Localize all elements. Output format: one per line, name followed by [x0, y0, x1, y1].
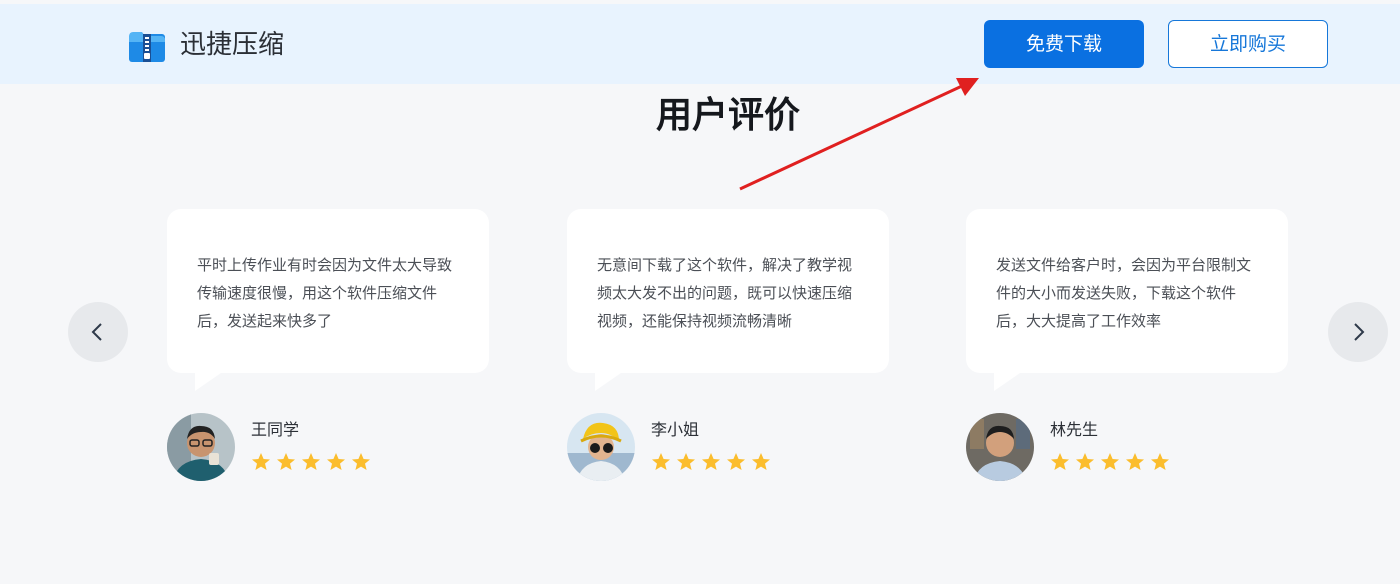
section-title: 用户评价 [655, 95, 800, 136]
avatar [167, 413, 235, 481]
carousel-prev-button[interactable] [68, 302, 128, 362]
review-card: 发送文件给客户时，会因为平台限制文件的大小而发送失败，下载这个软件后，大大提高了… [966, 209, 1288, 391]
brand-name: 迅捷压缩 [180, 30, 285, 60]
review-text: 平时上传作业有时会因为文件太大导致传输速度很慢，用这个软件压缩文件后，发送起来快… [197, 256, 453, 330]
avatar [966, 413, 1034, 481]
star-icon [1101, 453, 1119, 470]
star-icon [302, 453, 320, 470]
chevron-left-icon [91, 323, 102, 341]
review-text: 无意间下载了这个软件，解决了教学视频太大发不出的问题，既可以快速压缩视频，还能保… [597, 256, 853, 330]
star-icon [752, 453, 770, 470]
review-card: 无意间下载了这个软件，解决了教学视频太大发不出的问题，既可以快速压缩视频，还能保… [567, 209, 889, 391]
carousel-next-button[interactable] [1328, 302, 1388, 362]
zip-folder-icon [129, 32, 165, 62]
star-icon [327, 453, 345, 470]
review-card: 平时上传作业有时会因为文件太大导致传输速度很慢，用这个软件压缩文件后，发送起来快… [167, 209, 489, 391]
buy-now-button[interactable]: 立即购买 [1168, 20, 1328, 68]
star-icon [277, 453, 295, 470]
reviewer-name: 林先生 [1050, 420, 1099, 439]
star-icon [1076, 453, 1094, 470]
free-download-button[interactable]: 免费下载 [984, 20, 1144, 68]
rating-stars [1050, 452, 1175, 474]
chevron-right-icon [1354, 323, 1365, 341]
reviewer-name: 王同学 [251, 420, 300, 439]
star-icon [677, 453, 695, 470]
star-icon [1051, 453, 1069, 470]
star-icon [702, 453, 720, 470]
star-icon [252, 453, 270, 470]
star-icon [352, 453, 370, 470]
star-icon [1151, 453, 1169, 470]
rating-stars [251, 452, 376, 474]
review-text: 发送文件给客户时，会因为平台限制文件的大小而发送失败，下载这个软件后，大大提高了… [996, 256, 1252, 330]
star-icon [727, 453, 745, 470]
star-icon [1126, 453, 1144, 470]
star-icon [652, 453, 670, 470]
rating-stars [651, 452, 776, 474]
avatar [567, 413, 635, 481]
header: 迅捷压缩 免费下载 立即购买 [0, 4, 1400, 84]
page: 迅捷压缩 免费下载 立即购买 用户评价 平时上传作业有时会因为文件太大导致传输速… [0, 0, 1400, 584]
reviewer-name: 李小姐 [651, 420, 700, 439]
